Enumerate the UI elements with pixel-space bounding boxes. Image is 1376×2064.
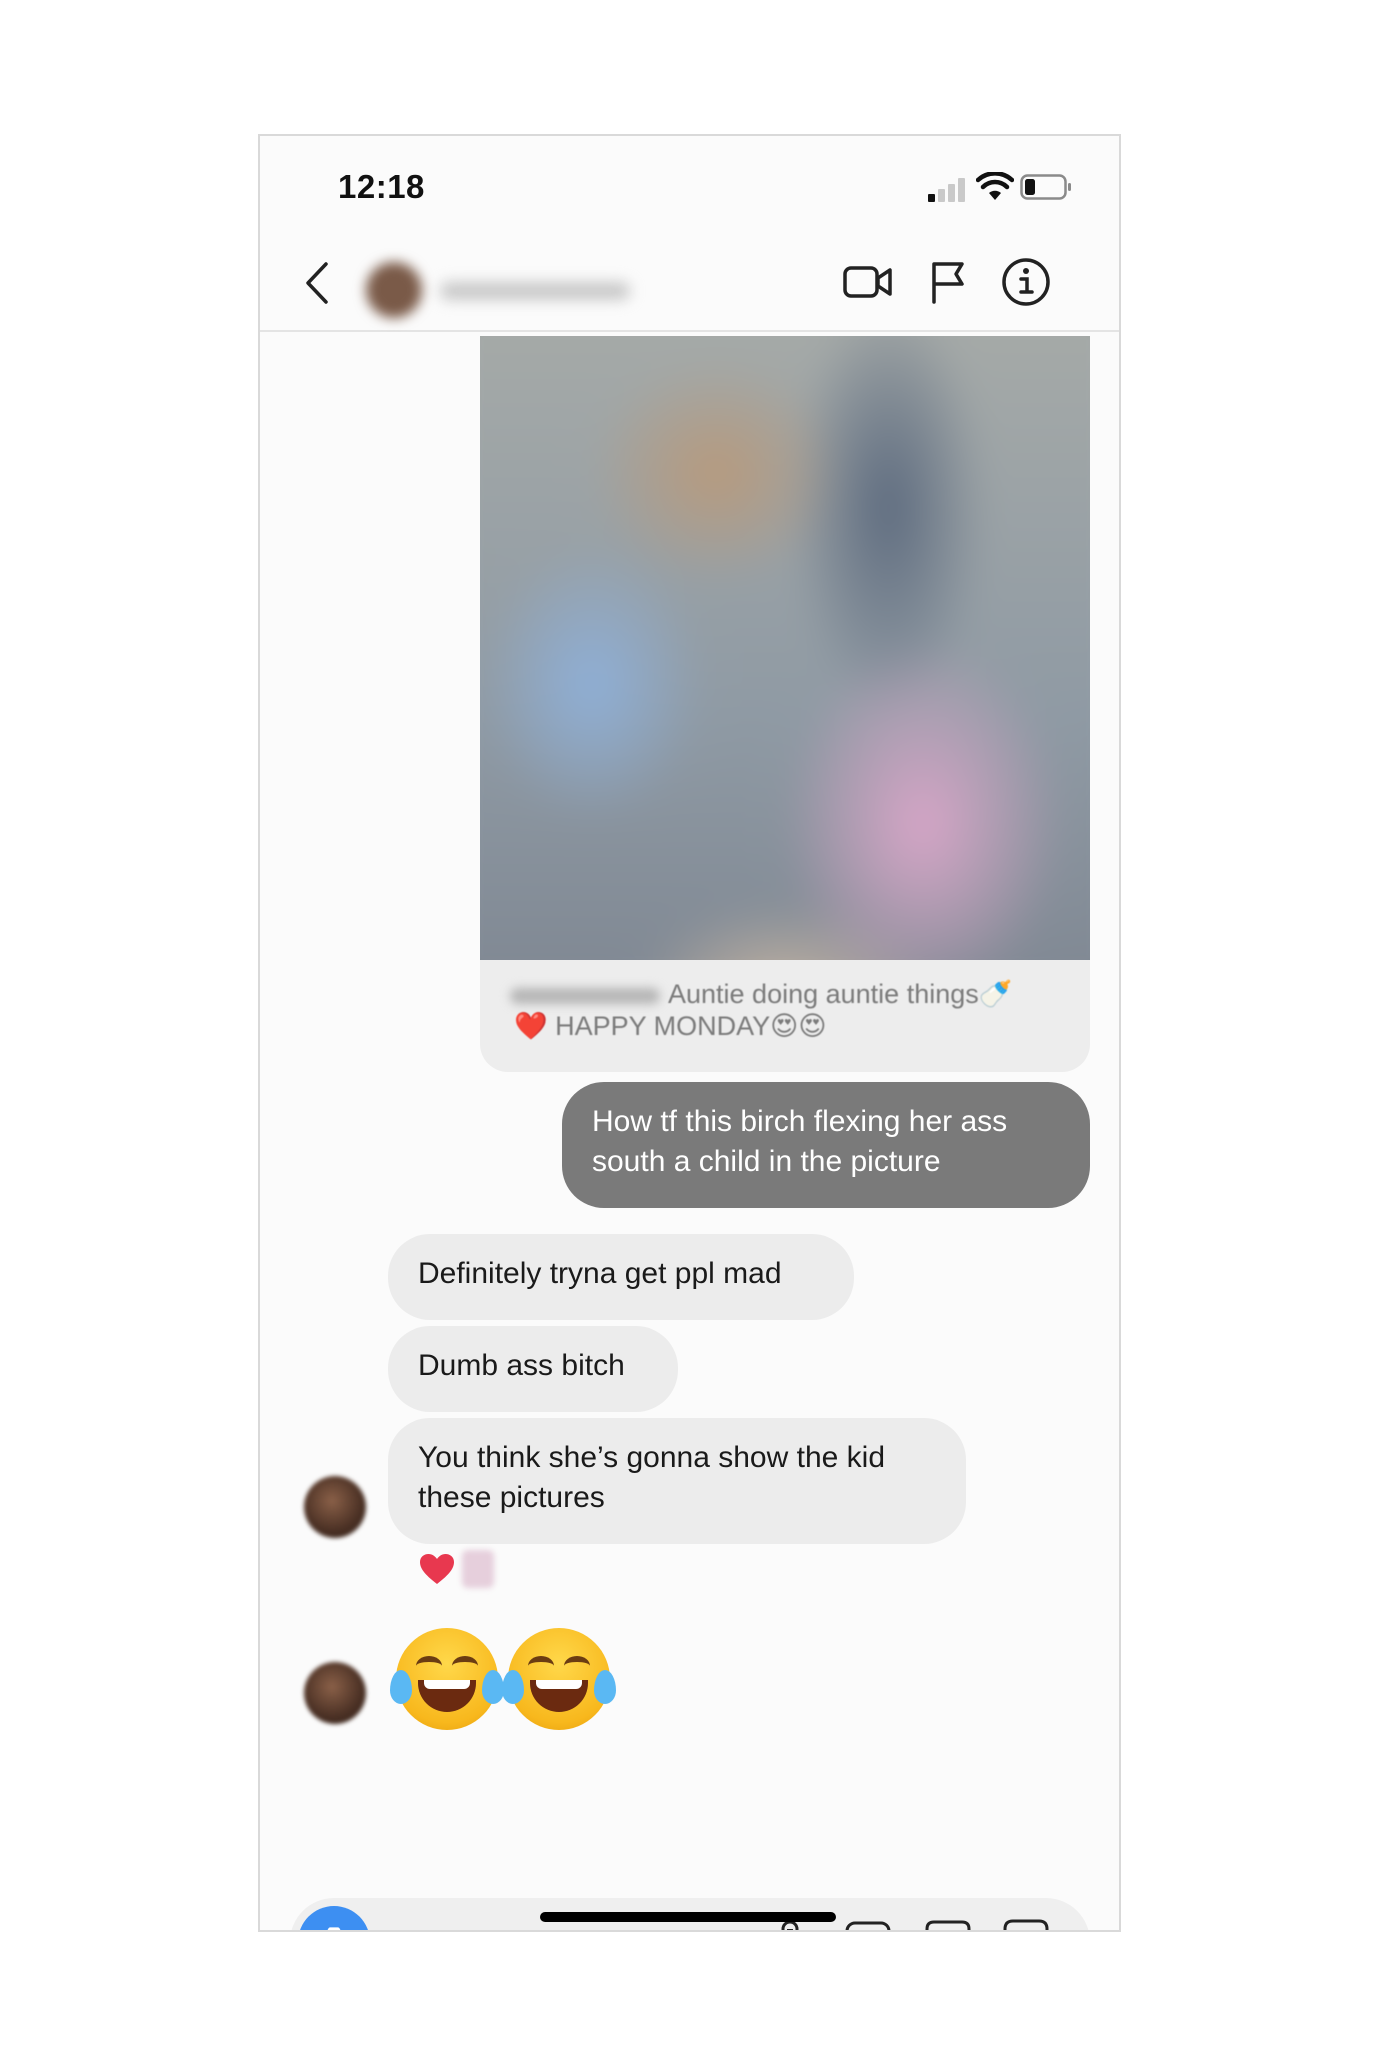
status-bar: 12:18 bbox=[260, 136, 1119, 216]
heart-reaction-icon[interactable] bbox=[418, 1552, 456, 1586]
home-indicator[interactable] bbox=[540, 1912, 836, 1922]
sticker-icon[interactable] bbox=[1000, 1916, 1052, 1930]
video-call-icon[interactable] bbox=[840, 254, 896, 310]
received-message-bubble[interactable]: Definitely tryna get ppl mad bbox=[388, 1234, 854, 1320]
caption-line-1: Auntie doing auntie things🍼 bbox=[668, 979, 1013, 1009]
message-thread[interactable]: Auntie doing auntie things🍼 ❤️ HAPPY MON… bbox=[260, 332, 1119, 1930]
chevron-left-icon[interactable] bbox=[302, 260, 332, 306]
blurred-photo bbox=[480, 336, 1090, 960]
contact-name-redacted[interactable] bbox=[440, 282, 630, 300]
flag-icon[interactable] bbox=[920, 254, 976, 310]
laughing-crying-emoji-icon bbox=[502, 1628, 616, 1730]
camera-button[interactable] bbox=[298, 1906, 370, 1930]
sender-avatar[interactable] bbox=[304, 1476, 366, 1538]
phone-screen: 12:18 Auntie doing auntie things🍼 ❤️ HAP… bbox=[258, 134, 1121, 1932]
gallery-icon[interactable] bbox=[842, 1916, 894, 1930]
shared-post-caption[interactable]: Auntie doing auntie things🍼 ❤️ HAPPY MON… bbox=[480, 960, 1090, 1072]
caption-username-redacted bbox=[510, 988, 660, 1004]
shared-post-image[interactable] bbox=[480, 336, 1090, 960]
received-message-bubble[interactable]: You think she’s gonna show the kid these… bbox=[388, 1418, 966, 1544]
info-icon[interactable] bbox=[998, 254, 1054, 310]
sender-avatar[interactable] bbox=[304, 1662, 366, 1724]
status-time: 12:18 bbox=[338, 168, 425, 205]
battery-icon bbox=[1020, 174, 1071, 200]
reactor-avatar-redacted[interactable] bbox=[462, 1550, 494, 1588]
laughing-crying-emoji-icon bbox=[390, 1628, 504, 1730]
chat-bubble-icon[interactable] bbox=[922, 1916, 974, 1930]
contact-avatar[interactable] bbox=[366, 262, 422, 318]
signal-icon bbox=[928, 178, 965, 202]
chat-header bbox=[260, 232, 1119, 332]
camera-icon bbox=[327, 1927, 341, 1930]
received-message-bubble[interactable]: Dumb ass bitch bbox=[388, 1326, 678, 1412]
emoji-message[interactable] bbox=[390, 1628, 618, 1738]
wifi-icon bbox=[976, 172, 1014, 200]
caption-line-2: ❤️ HAPPY MONDAY😍😍 bbox=[514, 1011, 827, 1041]
sent-message-bubble[interactable]: How tf this birch flexing her ass south … bbox=[562, 1082, 1090, 1208]
